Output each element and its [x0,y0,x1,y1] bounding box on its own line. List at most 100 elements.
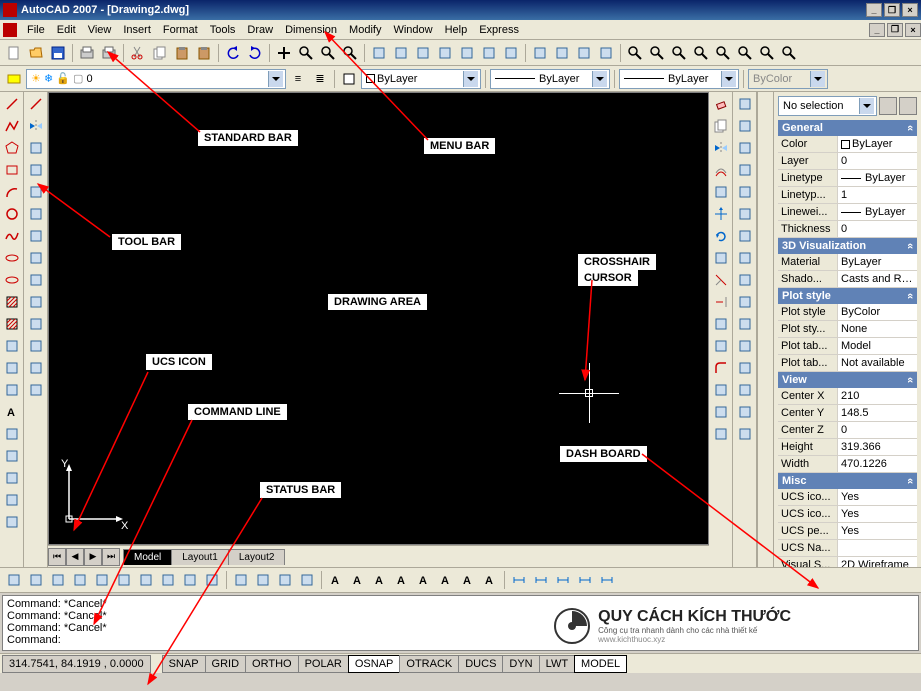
mod-mirror-button[interactable] [711,138,731,158]
props-section-plot-style[interactable]: Plot style [778,288,917,304]
linetype-dropdown[interactable]: ByLayer [490,69,610,89]
draw-hatch-button[interactable] [2,292,22,312]
draw-arc-button[interactable] [2,182,22,202]
doc-close-button[interactable]: × [905,23,921,37]
draw2-generic-button[interactable] [26,358,46,378]
btm-generic-button[interactable] [180,570,200,590]
menu-tools[interactable]: Tools [204,22,242,38]
props-row[interactable]: Height319.366 [778,439,917,456]
mod2-generic-button[interactable] [735,358,755,378]
btm-dim-button[interactable] [553,570,573,590]
mod2-generic-button[interactable] [735,270,755,290]
btm-text-button[interactable]: A [392,570,412,590]
draw-generic-button[interactable] [2,336,22,356]
status-model[interactable]: MODEL [574,655,627,673]
mod-move-button[interactable] [711,204,731,224]
props-row[interactable]: Plot tab...Model [778,338,917,355]
props-row[interactable]: Center Z0 [778,422,917,439]
mod2-generic-button[interactable] [735,336,755,356]
mod2-generic-button[interactable] [735,182,755,202]
mod2-generic-button[interactable] [735,204,755,224]
std-generic-button[interactable] [391,43,411,63]
mod-offset-button[interactable] [711,160,731,180]
btm-text-button[interactable]: A [480,570,500,590]
draw2-generic-button[interactable] [26,292,46,312]
menu-modify[interactable]: Modify [343,22,387,38]
draw2-generic-button[interactable] [26,204,46,224]
draw-generic-button[interactable] [2,446,22,466]
minimize-button[interactable]: _ [866,3,882,17]
std-zoom-button[interactable] [318,43,338,63]
status-polar[interactable]: POLAR [298,655,349,673]
mod-generic-button[interactable] [711,248,731,268]
btm-generic-button[interactable] [158,570,178,590]
props-row[interactable]: Layer0 [778,153,917,170]
doc-minimize-button[interactable]: _ [869,23,885,37]
btm-generic-button[interactable] [26,570,46,590]
std-generic-button[interactable] [596,43,616,63]
draw-circle-button[interactable] [2,204,22,224]
std-zoom-button[interactable] [691,43,711,63]
std-zoom-button[interactable] [625,43,645,63]
mod-fillet-button[interactable] [711,358,731,378]
draw2-generic-button[interactable] [26,380,46,400]
command-line[interactable]: Command: *Cancel*Command: *Cancel*Comman… [2,595,919,651]
props-row[interactable]: Plot tab...Not available [778,355,917,372]
btm-dim-button[interactable] [597,570,617,590]
std-open-button[interactable] [26,43,46,63]
mod2-generic-button[interactable] [735,226,755,246]
props-row[interactable]: UCS Na... [778,540,917,557]
mod-generic-button[interactable] [711,182,731,202]
btm-dim-button[interactable] [575,570,595,590]
btm-text-button[interactable]: A [370,570,390,590]
props-row[interactable]: Shado...Casts and Rec... [778,271,917,288]
props-row[interactable]: ColorByLayer [778,136,917,153]
draw-hatch-button[interactable] [2,314,22,334]
mod-generic-button[interactable] [711,424,731,444]
btm-text-button[interactable]: A [348,570,368,590]
mod2-generic-button[interactable] [735,248,755,268]
mod-generic-button[interactable] [711,380,731,400]
draw2-generic-button[interactable] [26,270,46,290]
std-paste-button[interactable] [194,43,214,63]
menu-edit[interactable]: Edit [51,22,82,38]
mod2-generic-button[interactable] [735,160,755,180]
layer-tool-1[interactable]: ≡ [288,69,308,89]
btm-text-button[interactable]: A [414,570,434,590]
drawing-area[interactable]: X Y STANDARD BAR MENU BAR TOOL BAR CROSS… [48,92,709,545]
btm-dim-button[interactable] [509,570,529,590]
props-row[interactable]: Plot styleByColor [778,304,917,321]
btm-generic-button[interactable] [275,570,295,590]
tab-nav-last[interactable]: ⏭ [102,548,120,566]
btm-generic-button[interactable] [48,570,68,590]
props-row[interactable]: Visual S...2D Wireframe [778,557,917,567]
btm-generic-button[interactable] [70,570,90,590]
props-row[interactable]: Center Y148.5 [778,405,917,422]
menu-insert[interactable]: Insert [117,22,157,38]
props-row[interactable]: UCS ico...Yes [778,506,917,523]
props-row[interactable]: Thickness0 [778,221,917,238]
std-save-button[interactable] [48,43,68,63]
draw-spline-button[interactable] [2,226,22,246]
draw-generic-button[interactable] [2,468,22,488]
color-button[interactable] [339,69,359,89]
draw-generic-button[interactable] [2,424,22,444]
layer-dropdown[interactable]: ☀ ❄ 🔓 ▢ 0 [26,69,286,89]
props-row[interactable]: Width470.1226 [778,456,917,473]
tab-nav-first[interactable]: ⏮ [48,548,66,566]
mod2-generic-button[interactable] [735,424,755,444]
btm-text-button[interactable]: A [326,570,346,590]
menu-draw[interactable]: Draw [241,22,279,38]
draw-generic-button[interactable] [2,358,22,378]
btm-text-button[interactable]: A [436,570,456,590]
btm-generic-button[interactable] [136,570,156,590]
tab-layout1[interactable]: Layout1 [171,549,229,565]
restore-button[interactable]: ❐ [884,3,900,17]
std-generic-button[interactable] [501,43,521,63]
std-copy-button[interactable] [150,43,170,63]
draw2-generic-button[interactable] [26,336,46,356]
draw-generic-button[interactable] [2,380,22,400]
menu-window[interactable]: Window [387,22,438,38]
draw-ellipse-button[interactable] [2,248,22,268]
std-plot-button[interactable] [77,43,97,63]
